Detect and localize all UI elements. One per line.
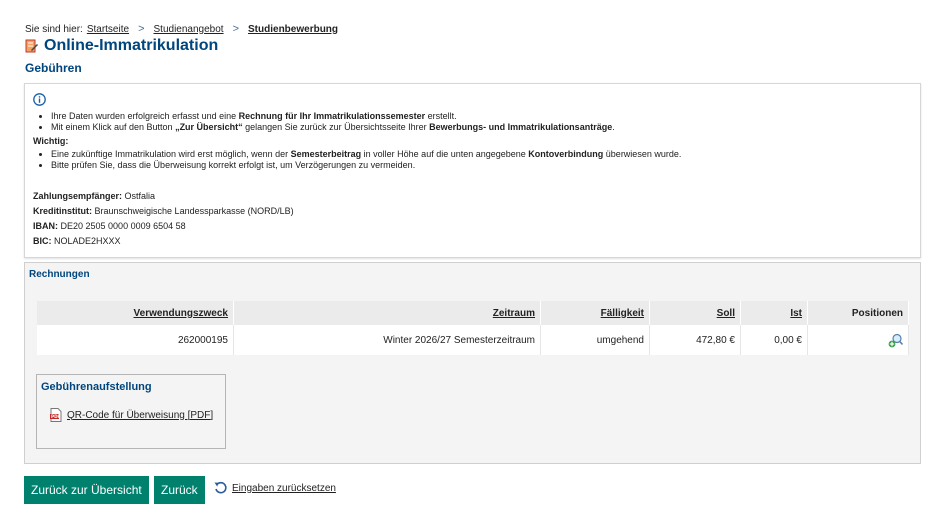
warning-title: Wichtig: <box>33 136 69 146</box>
breadcrumb-prefix: Sie sind hier: <box>25 23 83 35</box>
magnifier-plus-icon[interactable] <box>888 333 904 348</box>
col-header-ist[interactable]: Ist <box>740 301 808 325</box>
invoices-table: Verwendungszweck Zeitraum Fälligkeit Sol… <box>37 301 909 355</box>
breadcrumb-studienangebot[interactable]: Studienangebot <box>154 24 224 35</box>
warning-list: Eine zukünftige Immatrikulation wird ers… <box>33 149 912 171</box>
cell-soll: 472,80 € <box>649 325 741 355</box>
form-edit-icon <box>25 39 38 53</box>
breadcrumb: Sie sind hier: Startseite > Studienangeb… <box>25 23 338 35</box>
fees-box: Gebührenaufstellung PDF QR-Code für Über… <box>36 374 226 449</box>
reset-inputs-label[interactable]: Eingaben zurücksetzen <box>232 483 336 494</box>
info-list: Ihre Daten wurden erfolgreich erfasst un… <box>33 111 912 133</box>
chevron-right-icon: > <box>138 23 145 35</box>
info-icon <box>33 93 46 106</box>
svg-text:PDF: PDF <box>51 414 61 419</box>
qr-code-link-label[interactable]: QR-Code für Überweisung [PDF] <box>67 410 213 421</box>
warning-item: Eine zukünftige Immatrikulation wird ers… <box>51 149 912 160</box>
reset-inputs-link[interactable]: Eingaben zurücksetzen <box>214 481 336 495</box>
cell-period: Winter 2026/27 Semesterzeitraum <box>233 325 541 355</box>
chevron-right-icon: > <box>232 23 240 35</box>
table-row: 262000195 Winter 2026/27 Semesterzeitrau… <box>37 325 909 355</box>
page-title: Online-Immatrikulation <box>44 37 219 54</box>
back-button[interactable]: Zurück <box>154 476 205 504</box>
col-header-purpose[interactable]: Verwendungszweck <box>37 301 234 325</box>
iban-row: IBAN: DE20 2505 0000 0009 6504 58 <box>33 221 186 231</box>
warning-item: Bitte prüfen Sie, dass die Überweisung k… <box>51 160 912 171</box>
col-header-period[interactable]: Zeitraum <box>233 301 541 325</box>
col-header-soll[interactable]: Soll <box>649 301 741 325</box>
payee-row: Zahlungsempfänger: Ostfalia <box>33 191 156 201</box>
invoices-title: Rechnungen <box>29 269 90 280</box>
col-header-positions: Positionen <box>807 301 909 325</box>
reset-icon <box>214 481 227 494</box>
section-title: Gebühren <box>25 61 82 75</box>
cell-ist: 0,00 € <box>740 325 808 355</box>
cell-purpose: 262000195 <box>37 325 234 355</box>
info-item: Mit einem Klick auf den Button „Zur Über… <box>51 122 912 133</box>
cell-due: umgehend <box>540 325 650 355</box>
bank-row: Kreditinstitut: Braunschweigische Landes… <box>33 206 294 216</box>
fees-title: Gebührenaufstellung <box>41 381 152 393</box>
cell-positions <box>807 325 909 355</box>
bic-row: BIC: NOLADE2HXXX <box>33 236 121 246</box>
info-item: Ihre Daten wurden erfolgreich erfasst un… <box>51 111 912 122</box>
qr-code-link[interactable]: PDF QR-Code für Überweisung [PDF] <box>50 408 213 422</box>
info-box: Ihre Daten wurden erfolgreich erfasst un… <box>24 83 921 258</box>
breadcrumb-startseite[interactable]: Startseite <box>87 24 129 35</box>
pdf-icon: PDF <box>50 408 62 422</box>
bank-details: Zahlungsempfänger: Ostfalia Kreditinstit… <box>33 191 912 247</box>
col-header-due[interactable]: Fälligkeit <box>540 301 650 325</box>
invoices-panel: Rechnungen Verwendungszweck Zeitraum Fäl… <box>24 262 921 464</box>
breadcrumb-current: Studienbewerbung <box>248 23 339 35</box>
page-title-row: Online-Immatrikulation <box>25 37 218 55</box>
back-to-overview-button[interactable]: Zurück zur Übersicht <box>24 476 149 504</box>
